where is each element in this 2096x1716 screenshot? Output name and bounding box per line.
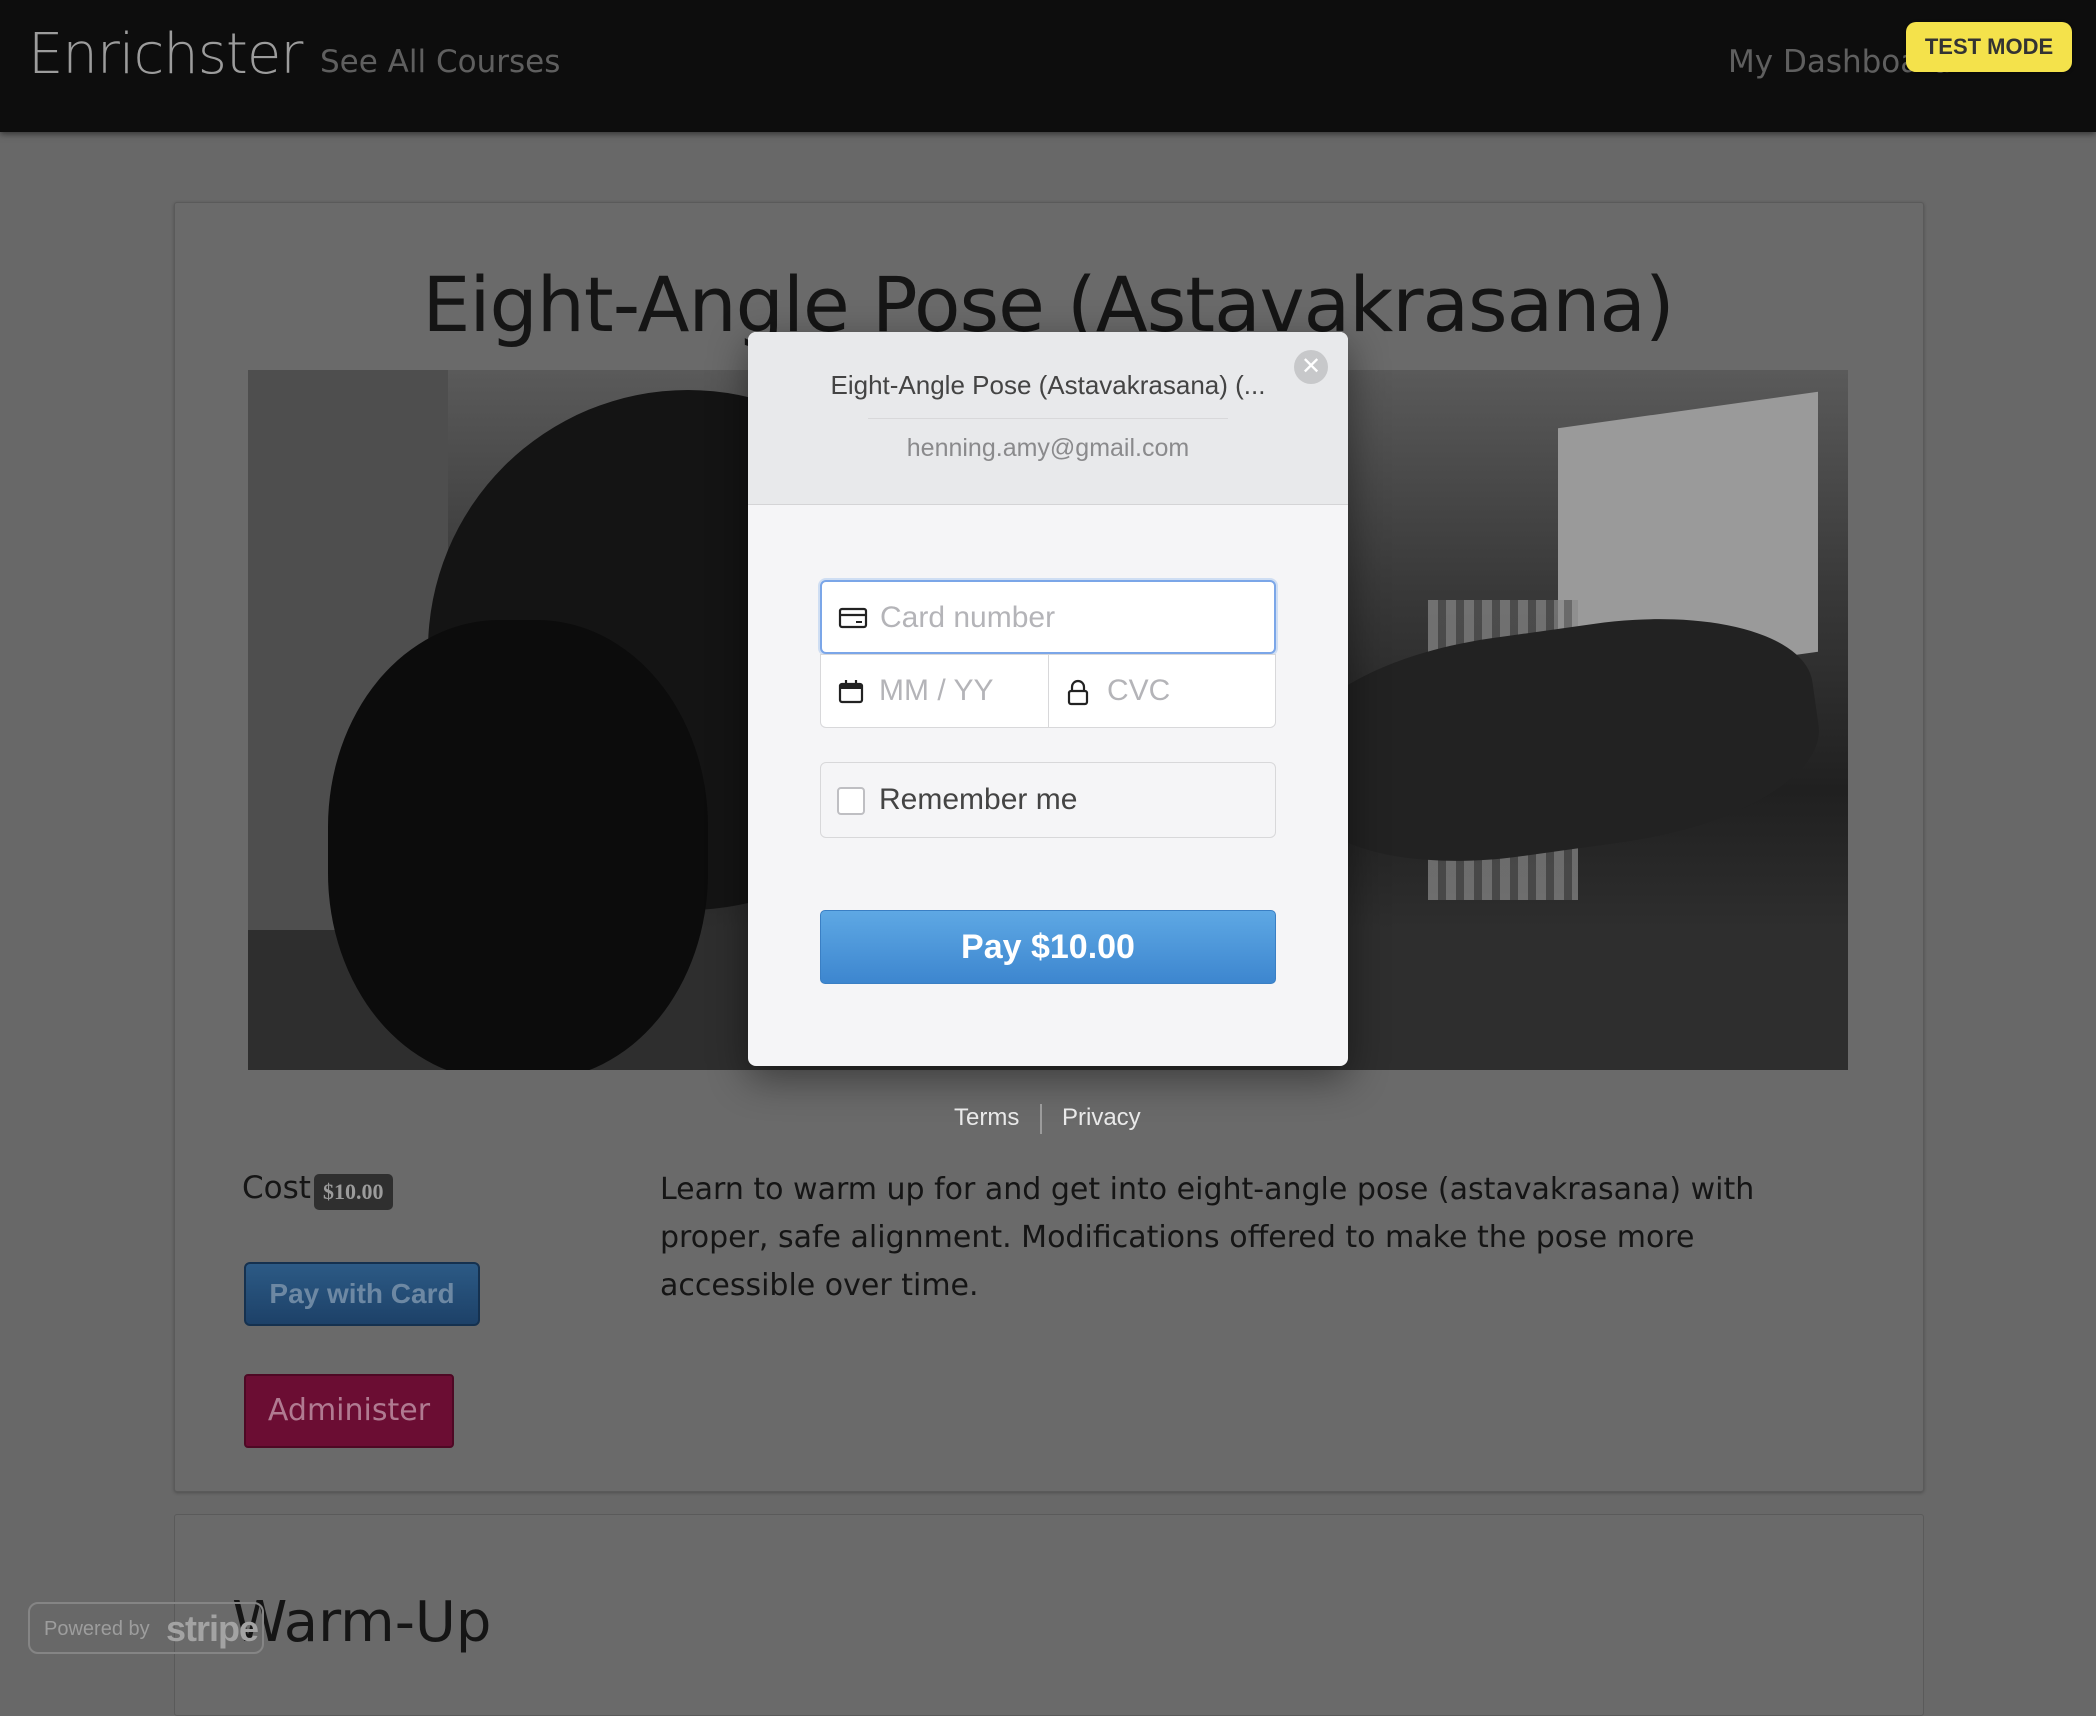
- course-description: Learn to warm up for and get into eight-…: [660, 1172, 1755, 1303]
- footer-separator: [1040, 1104, 1042, 1134]
- close-icon[interactable]: ✕: [1294, 350, 1328, 384]
- pay-button[interactable]: Pay $10.00: [820, 910, 1276, 984]
- calendar-icon: [838, 680, 864, 704]
- cost-label: Cost:: [242, 1170, 322, 1206]
- cvc-field[interactable]: CVC: [1048, 654, 1276, 728]
- header-divider: [868, 418, 1228, 419]
- administer-button[interactable]: Administer: [244, 1374, 454, 1448]
- terms-link[interactable]: Terms: [954, 1104, 1019, 1132]
- remember-me-checkbox[interactable]: [837, 787, 865, 815]
- card-number-field[interactable]: Card number: [820, 580, 1276, 654]
- remember-me-label[interactable]: Remember me: [879, 763, 1077, 837]
- credit-card-icon: [838, 607, 868, 629]
- modal-footer: Terms Privacy: [948, 1104, 1148, 1144]
- remember-me-row[interactable]: Remember me: [820, 762, 1276, 838]
- stripe-wordmark: stripe: [166, 1608, 259, 1649]
- expiry-field[interactable]: MM / YY: [820, 654, 1048, 728]
- pay-with-card-button[interactable]: Pay with Card: [244, 1262, 480, 1326]
- privacy-link[interactable]: Privacy: [1062, 1104, 1141, 1132]
- test-mode-badge: TEST MODE: [1906, 22, 2072, 72]
- top-navbar: Enrichster See All Courses My Dashboard: [0, 0, 2096, 132]
- cost-badge: $10.00: [314, 1174, 393, 1210]
- lock-icon: [1067, 679, 1089, 706]
- brand-logo[interactable]: Enrichster: [28, 22, 303, 87]
- expiry-placeholder: MM / YY: [879, 674, 994, 707]
- section-title: Warm-Up: [232, 1590, 492, 1655]
- nav-see-all-courses[interactable]: See All Courses: [320, 44, 560, 80]
- cvc-placeholder: CVC: [1107, 674, 1171, 707]
- card-number-placeholder: Card number: [880, 601, 1056, 634]
- modal-header: Eight-Angle Pose (Astavakrasana) (... he…: [748, 332, 1348, 505]
- checkout-modal: Eight-Angle Pose (Astavakrasana) (... he…: [748, 332, 1348, 1066]
- powered-by-stripe-badge[interactable]: Powered by stripe: [28, 1602, 264, 1654]
- modal-email: henning.amy@gmail.com: [906, 434, 1190, 462]
- modal-title: Eight-Angle Pose (Astavakrasana) (...: [830, 370, 1266, 400]
- powered-by-text: Powered by: [44, 1618, 150, 1640]
